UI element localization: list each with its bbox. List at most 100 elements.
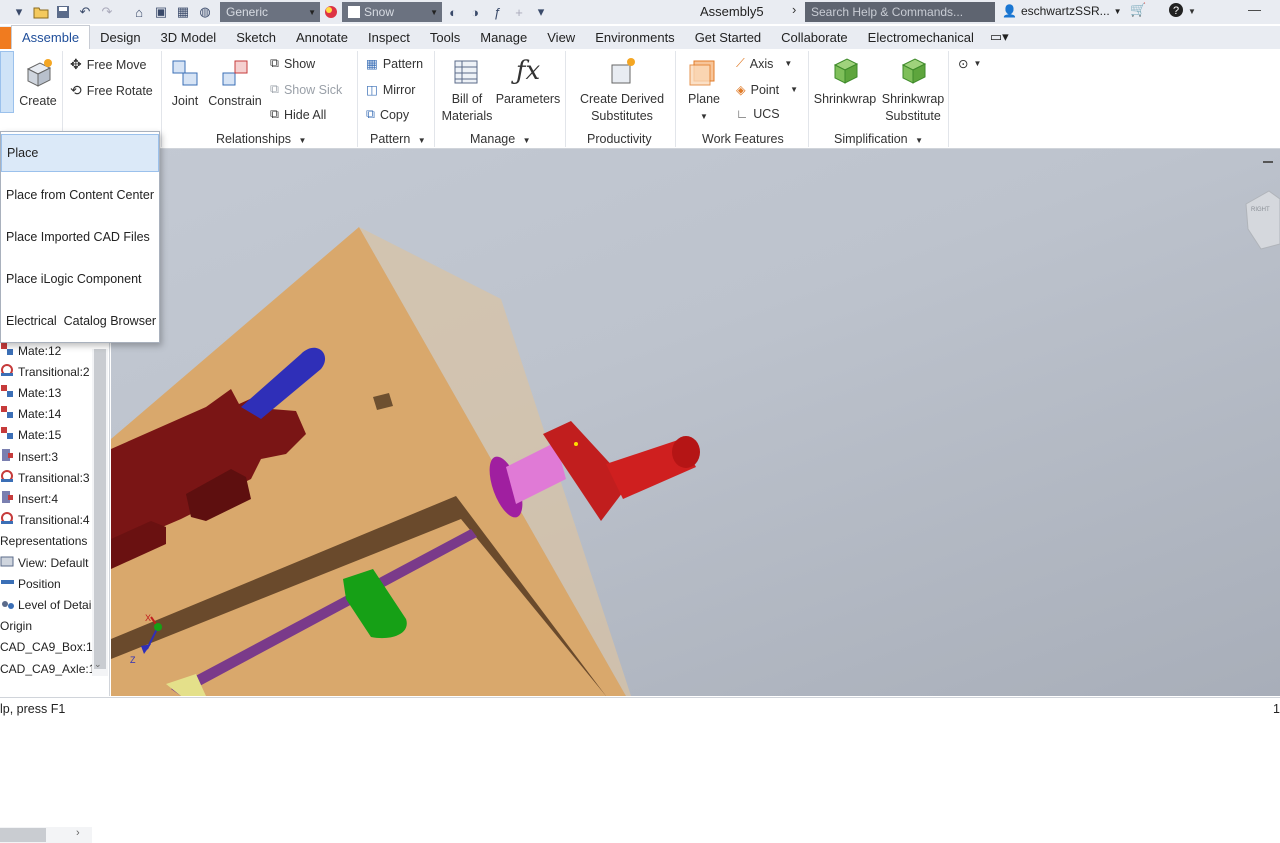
tab-environments[interactable]: Environments xyxy=(585,26,684,49)
browser-tree-item[interactable]: Mate:12 xyxy=(0,340,61,361)
hide-all-icon: ⧉ xyxy=(270,107,279,121)
create-button[interactable]: Create xyxy=(18,57,58,110)
tab-3d-model[interactable]: 3D Model xyxy=(151,26,227,49)
menu-item-electrical-catalog-browser[interactable]: Electrical Catalog Browser xyxy=(1,302,159,340)
new-file-icon[interactable]: ▾ xyxy=(8,2,30,22)
tab-assemble[interactable]: Assemble xyxy=(11,25,91,49)
svg-text:?: ? xyxy=(1173,5,1179,17)
browser-tree-item[interactable]: View: Default xyxy=(0,552,88,573)
insert-icon xyxy=(0,490,15,508)
derived-label-1: Create Derived xyxy=(579,92,665,106)
chevron-down-icon[interactable]: ▼ xyxy=(1188,7,1196,16)
relationships-panel-label[interactable]: Relationships ▼ xyxy=(216,132,306,146)
tab-get-started[interactable]: Get Started xyxy=(685,26,771,49)
image-icon[interactable]: ▣ xyxy=(150,2,172,22)
joint-button[interactable]: Joint xyxy=(168,57,202,110)
menu-item-place-from-content-center[interactable]: Place from Content Center xyxy=(1,176,159,214)
browser-tree-item[interactable]: Representations xyxy=(0,531,87,552)
redo-icon[interactable]: ↷ xyxy=(96,2,118,22)
cart-icon[interactable]: 🛒 xyxy=(1130,2,1146,18)
tab-tools[interactable]: Tools xyxy=(420,26,470,49)
browser-tree-item[interactable]: Mate:15 xyxy=(0,425,61,446)
menu-item-place-ilogic-component[interactable]: Place iLogic Component xyxy=(1,260,159,298)
minimize-icon[interactable]: — xyxy=(1248,2,1261,17)
browser-tree-item[interactable]: Insert:3 xyxy=(0,446,58,467)
show-sick-button[interactable]: ⧉ Show Sick xyxy=(270,82,342,97)
clear-appearance-icon[interactable]: ◑ xyxy=(464,2,486,22)
open-folder-icon[interactable] xyxy=(30,2,52,22)
free-rotate-button[interactable]: ⟲ Free Rotate xyxy=(70,82,153,99)
scroll-right-icon[interactable]: › xyxy=(76,827,80,839)
save-icon[interactable] xyxy=(52,2,74,22)
browser-tree-item[interactable]: Insert:4 xyxy=(0,488,58,509)
divider xyxy=(808,51,809,147)
hide-all-button[interactable]: ⧉ Hide All xyxy=(270,107,326,122)
view-cube[interactable] xyxy=(1245,190,1280,250)
browser-tree-item[interactable]: Position xyxy=(0,573,61,594)
point-button[interactable]: ◈ Point ▼ xyxy=(736,82,798,98)
browser-tree-item[interactable]: Level of Detail xyxy=(0,594,94,615)
tab-electromechanical[interactable]: Electromechanical xyxy=(858,26,984,49)
bom-icon xyxy=(454,60,478,84)
scroll-thumb[interactable] xyxy=(0,828,46,842)
user-account[interactable]: 👤 eschwartzSSR... ▼ xyxy=(1002,4,1122,18)
create-derived-substitutes-button[interactable]: Create Derived Substitutes xyxy=(574,55,670,125)
tab-sketch[interactable]: Sketch xyxy=(226,26,286,49)
tab-view[interactable]: View xyxy=(537,26,585,49)
appearance-select[interactable]: Snow ▼ xyxy=(342,2,442,22)
qat-menu-icon[interactable]: ▾ xyxy=(530,2,552,22)
shrinkwrap-substitute-button[interactable]: Shrinkwrap Substitute xyxy=(881,55,945,125)
scroll-down-icon[interactable]: ⌄ xyxy=(94,659,102,670)
tab-manage[interactable]: Manage xyxy=(470,26,537,49)
menu-item-place-imported-cad[interactable]: Place Imported CAD Files xyxy=(1,218,159,256)
browser-tree-item[interactable]: CAD_CA9_Axle:1 xyxy=(0,658,95,679)
parameters-button[interactable]: ƒx Parameters xyxy=(496,55,561,108)
pattern-panel-label[interactable]: Pattern ▼ xyxy=(370,132,426,146)
3d-model-canvas[interactable]: RIGHT X Z xyxy=(111,149,1280,696)
tab-inspect[interactable]: Inspect xyxy=(358,26,420,49)
simplification-panel-label[interactable]: Simplification ▼ xyxy=(834,132,923,146)
browser-tree-item[interactable]: Transitional:4 xyxy=(0,510,90,531)
scroll-thumb[interactable] xyxy=(94,349,106,669)
ucs-button[interactable]: ∟ UCS xyxy=(736,107,780,121)
pattern-button[interactable]: ▦ Pattern xyxy=(366,56,423,72)
plus-icon[interactable]: + xyxy=(508,2,530,22)
bom-label-1: Bill of xyxy=(451,92,483,106)
browser-tree-item[interactable]: CAD_CA9_Box:1 xyxy=(0,637,93,658)
constrain-button[interactable]: Constrain xyxy=(207,57,263,110)
tab-options-toggle[interactable]: ▭▾ xyxy=(984,25,1015,49)
free-move-button[interactable]: ✥ Free Move xyxy=(70,56,146,73)
file-menu-button[interactable] xyxy=(0,27,11,49)
manage-panel-label[interactable]: Manage ▼ xyxy=(470,132,531,146)
axis-button[interactable]: ⟋ Axis ▼ xyxy=(736,56,792,71)
simplification-panel-text: Simplification xyxy=(834,132,908,146)
search-help-input[interactable]: Search Help & Commands... xyxy=(805,2,995,22)
tab-design[interactable]: Design xyxy=(90,26,150,49)
properties-icon[interactable]: ▦ xyxy=(172,2,194,22)
copy-button[interactable]: ⧉ Copy xyxy=(366,107,409,122)
graphics-viewport[interactable]: RIGHT X Z xyxy=(111,149,1280,696)
browser-tree-item[interactable]: Transitional:3 xyxy=(0,467,90,488)
material-select[interactable]: Generic ▼ xyxy=(220,2,320,22)
help-icon[interactable]: ? xyxy=(1168,2,1184,21)
browser-tree-item[interactable]: Mate:13 xyxy=(0,382,61,403)
shrinkwrap-sub-label-1: Shrinkwrap xyxy=(881,92,945,106)
tab-collaborate[interactable]: Collaborate xyxy=(771,26,858,49)
show-button[interactable]: ⧉ Show xyxy=(270,56,315,71)
mirror-button[interactable]: ◫ Mirror xyxy=(366,82,415,98)
globe-icon[interactable]: ◍ xyxy=(194,2,216,22)
bill-of-materials-button[interactable]: Bill of Materials xyxy=(440,55,494,125)
plane-button[interactable]: Plane ▼ xyxy=(684,55,724,125)
browser-tree-item[interactable]: Transitional:2 xyxy=(0,361,90,382)
home-icon[interactable]: ⌂ xyxy=(128,2,150,22)
browser-tree-item[interactable]: Mate:14 xyxy=(0,404,61,425)
place-button[interactable] xyxy=(0,51,14,113)
menu-item-place[interactable]: Place xyxy=(1,134,159,172)
fx-icon[interactable]: ƒ xyxy=(486,2,508,22)
undo-icon[interactable]: ↶ xyxy=(74,2,96,22)
shrinkwrap-button[interactable]: Shrinkwrap xyxy=(813,55,877,108)
adjust-icon[interactable]: ◐ xyxy=(442,2,464,22)
browser-tree-item[interactable]: Origin xyxy=(0,616,32,637)
ribbon-options-button[interactable]: ⊙ ▼ xyxy=(958,56,981,71)
tab-annotate[interactable]: Annotate xyxy=(286,26,358,49)
